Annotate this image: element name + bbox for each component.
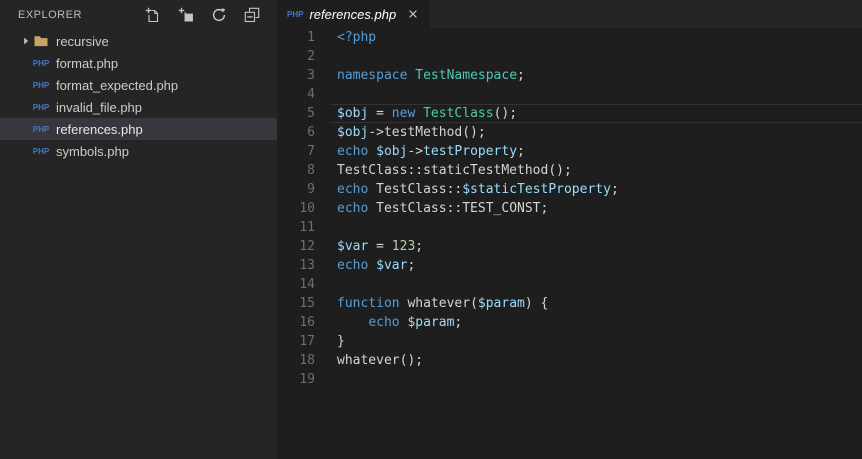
line-number: 18	[299, 353, 315, 368]
line-number: 5	[307, 106, 315, 121]
code-line-content[interactable]: $obj->testMethod();	[330, 123, 862, 142]
line-number: 12	[299, 239, 315, 254]
code-line-content[interactable]: whatever();	[330, 351, 862, 370]
line-number: 3	[307, 68, 315, 83]
line-number: 13	[299, 258, 315, 273]
sidebar-item-format-expected-php[interactable]: PHP format_expected.php	[0, 74, 277, 96]
code-line-11: 11	[277, 218, 862, 237]
tree-item-label: recursive	[56, 33, 109, 49]
line-number: 6	[307, 125, 315, 140]
line-number: 7	[307, 144, 315, 159]
vscode-window: EXPLORER recursive PHP format.php PHP fo…	[0, 0, 862, 459]
line-number: 9	[307, 182, 315, 197]
php-file-icon: PHP	[32, 58, 50, 68]
new-file-button[interactable]	[145, 7, 161, 23]
tab-close-button[interactable]	[406, 7, 420, 21]
php-file-icon: PHP	[32, 146, 50, 156]
file-tree: recursive PHP format.php PHP format_expected…	[0, 30, 277, 459]
code-line-content[interactable]	[330, 47, 862, 66]
code-line-5: 5 $obj = new TestClass();	[277, 104, 862, 123]
sidebar-item-references-php[interactable]: PHP references.php	[0, 118, 277, 140]
code-line-content[interactable]: namespace TestNamespace;	[330, 66, 862, 85]
line-number: 8	[307, 163, 315, 178]
line-number: 16	[299, 315, 315, 330]
tree-item-label: references.php	[56, 121, 143, 137]
new-file-icon	[145, 7, 159, 23]
code-line-1: 1 <?php	[277, 28, 862, 47]
line-number: 14	[299, 277, 315, 292]
tree-item-label: format.php	[56, 55, 119, 71]
code-line-18: 18 whatever();	[277, 351, 862, 370]
code-line-7: 7 echo $obj->testProperty;	[277, 142, 862, 161]
line-number: 17	[299, 334, 315, 349]
code-line-9: 9 echo TestClass::$staticTestProperty;	[277, 180, 862, 199]
line-number: 2	[307, 49, 315, 64]
code-line-content[interactable]: echo $var;	[330, 256, 862, 275]
code-line-content[interactable]: echo TestClass::TEST_CONST;	[330, 199, 862, 218]
code-line-15: 15 function whatever($param) {	[277, 294, 862, 313]
close-icon	[409, 10, 417, 18]
code-line-6: 6 $obj->testMethod();	[277, 123, 862, 142]
code-line-content[interactable]: $var = 123;	[330, 237, 862, 256]
line-number: 19	[299, 372, 315, 387]
code-line-19: 19	[277, 370, 862, 389]
new-folder-button[interactable]	[178, 7, 194, 23]
code-line-content[interactable]: echo $param;	[330, 313, 862, 332]
php-file-icon: PHP	[32, 102, 50, 112]
code-line-content[interactable]	[330, 85, 862, 104]
php-file-icon: PHP	[32, 80, 50, 90]
code-line-16: 16 echo $param;	[277, 313, 862, 332]
code-line-14: 14	[277, 275, 862, 294]
collapse-all-icon	[244, 7, 260, 23]
code-line-content[interactable]: echo $obj->testProperty;	[330, 142, 862, 161]
code-line-4: 4	[277, 85, 862, 104]
code-line-content[interactable]: echo TestClass::$staticTestProperty;	[330, 180, 862, 199]
sidebar-item-symbols-php[interactable]: PHP symbols.php	[0, 140, 277, 162]
line-number: 11	[299, 220, 315, 235]
sidebar-item-recursive[interactable]: recursive	[0, 30, 277, 52]
folder-icon	[33, 33, 49, 49]
code-line-content[interactable]: $obj = new TestClass();	[330, 104, 862, 123]
code-editor[interactable]: 1 <?php 2 3 namespace TestNamespace; 4 5 $obj =…	[277, 28, 862, 459]
chevron-right-icon	[20, 35, 33, 47]
code-line-content[interactable]: <?php	[330, 28, 862, 47]
tab-references-php[interactable]: PHP references.php	[277, 0, 431, 28]
refresh-button[interactable]	[211, 7, 227, 23]
code-line-17: 17}	[277, 332, 862, 351]
explorer-header: EXPLORER	[0, 0, 277, 30]
code-line-13: 13 echo $var;	[277, 256, 862, 275]
sidebar-item-format-php[interactable]: PHP format.php	[0, 52, 277, 74]
code-line-content[interactable]	[330, 370, 862, 389]
tree-item-label: symbols.php	[56, 143, 129, 159]
code-line-2: 2	[277, 47, 862, 66]
tree-item-label: format_expected.php	[56, 77, 179, 93]
code-line-content[interactable]	[330, 275, 862, 294]
editor-group: PHP references.php 1 <?php 2 3 namespace Tes…	[277, 0, 862, 459]
code-line-8: 8 TestClass::staticTestMethod();	[277, 161, 862, 180]
code-line-10: 10 echo TestClass::TEST_CONST;	[277, 199, 862, 218]
code-line-content[interactable]: TestClass::staticTestMethod();	[330, 161, 862, 180]
new-folder-icon	[178, 7, 193, 22]
explorer-actions	[128, 7, 260, 23]
code-line-content[interactable]	[330, 218, 862, 237]
explorer-title: EXPLORER	[18, 9, 82, 21]
line-number: 10	[299, 201, 315, 216]
code-line-3: 3 namespace TestNamespace;	[277, 66, 862, 85]
line-number: 4	[307, 87, 315, 102]
line-number: 15	[299, 296, 315, 311]
tab-bar: PHP references.php	[277, 0, 862, 28]
code-line-content[interactable]: function whatever($param) {	[330, 294, 862, 313]
line-number: 1	[307, 30, 315, 45]
sidebar-item-invalid-file-php[interactable]: PHP invalid_file.php	[0, 96, 277, 118]
tab-label: references.php	[309, 6, 397, 22]
code-line-12: 12 $var = 123;	[277, 237, 862, 256]
collapse-all-button[interactable]	[244, 7, 260, 23]
php-file-icon: PHP	[32, 124, 50, 134]
tree-item-label: invalid_file.php	[56, 99, 143, 115]
refresh-icon	[212, 8, 226, 22]
explorer-sidebar: EXPLORER recursive PHP format.php PHP fo…	[0, 0, 277, 459]
code-line-content[interactable]: }	[330, 332, 862, 351]
php-file-icon: PHP	[287, 9, 304, 19]
